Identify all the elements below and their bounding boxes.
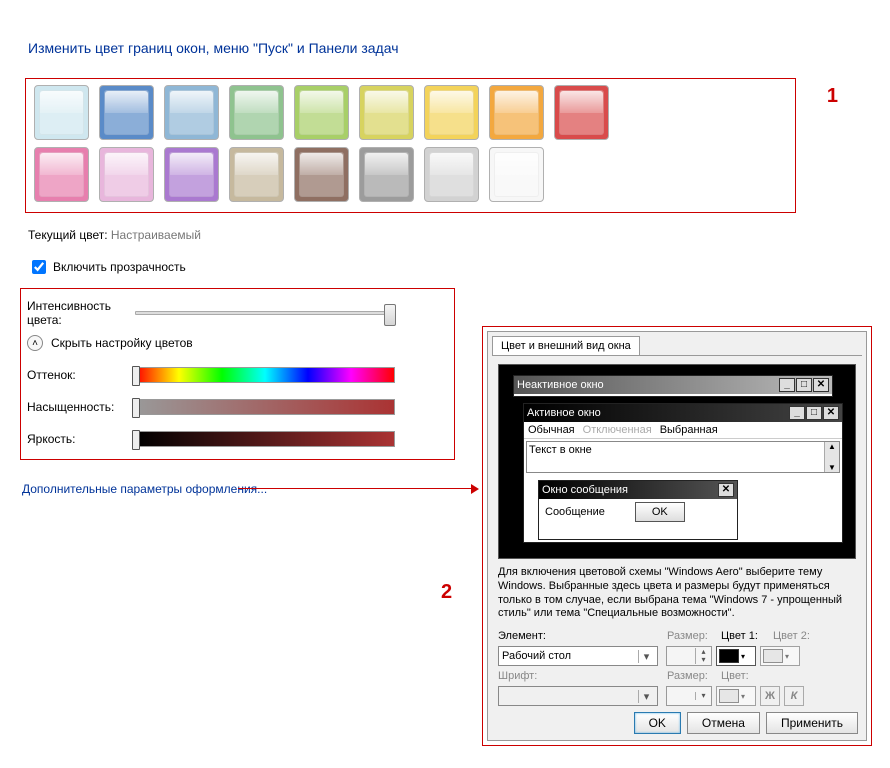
msgbox-ok-button[interactable]: OK: [635, 502, 685, 522]
hue-slider[interactable]: [135, 367, 395, 383]
color-swatch[interactable]: [229, 147, 284, 202]
color-swatch[interactable]: [294, 147, 349, 202]
color-sliders-group: Интенсивность цвета: 2 ˄ Скрыть настройк…: [20, 288, 455, 460]
color-swatch[interactable]: [34, 85, 89, 140]
preview-area: Неактивное окно _ □ ✕ Активное окно _: [498, 364, 856, 559]
brightness-thumb[interactable]: [132, 430, 140, 450]
size-spinner: ▴▾: [666, 646, 712, 666]
color-swatch[interactable]: [164, 85, 219, 140]
color-swatch[interactable]: [164, 147, 219, 202]
color-swatch[interactable]: [229, 85, 284, 140]
fontcolor-label: Цвет:: [721, 670, 749, 682]
intensity-label: Интенсивность цвета:: [27, 299, 135, 327]
minimize-icon[interactable]: _: [779, 378, 795, 392]
font-color-picker: ▾: [716, 686, 756, 706]
maximize-icon[interactable]: □: [806, 406, 822, 420]
color-swatch[interactable]: [489, 147, 544, 202]
close-icon[interactable]: ✕: [718, 483, 734, 497]
brightness-label: Яркость:: [27, 432, 135, 446]
intensity-slider[interactable]: [135, 311, 395, 315]
annotation-2: 2: [441, 581, 452, 604]
color-swatch[interactable]: [359, 85, 414, 140]
appearance-dialog: Цвет и внешний вид окна Неактивное окно …: [487, 331, 867, 741]
color-swatch[interactable]: [99, 147, 154, 202]
color2-picker: ▾: [760, 646, 800, 666]
saturation-label: Насыщенность:: [27, 400, 135, 414]
chevron-up-icon[interactable]: ˄: [27, 335, 43, 351]
element-combo[interactable]: Рабочий стол▾: [498, 646, 658, 666]
color-swatch[interactable]: [99, 85, 154, 140]
cancel-button[interactable]: Отмена: [687, 712, 760, 734]
color-swatch-group: [25, 78, 796, 213]
color-swatch[interactable]: [294, 85, 349, 140]
size-label: Размер:: [667, 630, 717, 642]
transparency-input[interactable]: [32, 260, 46, 274]
maximize-icon[interactable]: □: [796, 378, 812, 392]
window-menu: ОбычнаяОтключеннаяВыбранная: [524, 422, 842, 439]
color1-label: Цвет 1:: [721, 630, 769, 642]
text-area[interactable]: Текст в окне ▲▼: [526, 441, 840, 473]
font-label: Шрифт:: [498, 670, 663, 682]
apply-button[interactable]: Применить: [766, 712, 858, 734]
minimize-icon[interactable]: _: [789, 406, 805, 420]
current-color-label: Текущий цвет: Настраиваемый: [28, 228, 201, 242]
close-icon[interactable]: ✕: [823, 406, 839, 420]
toggle-colors-label[interactable]: Скрыть настройку цветов: [51, 336, 193, 350]
saturation-thumb[interactable]: [132, 398, 140, 418]
inactive-window: Неактивное окно _ □ ✕: [513, 375, 833, 397]
hue-thumb[interactable]: [132, 366, 140, 386]
intensity-thumb[interactable]: [384, 304, 396, 326]
font-size-spinner: ▾: [666, 686, 712, 706]
color-swatch[interactable]: [554, 85, 609, 140]
dialog-tab[interactable]: Цвет и внешний вид окна: [492, 336, 640, 355]
brightness-slider[interactable]: [135, 431, 395, 447]
page-title: Изменить цвет границ окон, меню "Пуск" и…: [28, 40, 399, 56]
active-window: Активное окно _ □ ✕ ОбычнаяОтключеннаяВы…: [523, 403, 843, 543]
font-combo: ▾: [498, 686, 658, 706]
italic-button: К: [784, 686, 804, 706]
color-swatch[interactable]: [489, 85, 544, 140]
scrollbar[interactable]: ▲▼: [824, 442, 839, 472]
color-swatch[interactable]: [359, 147, 414, 202]
bold-button: Ж: [760, 686, 780, 706]
hue-label: Оттенок:: [27, 368, 135, 382]
advanced-appearance-link[interactable]: Дополнительные параметры оформления...: [22, 482, 267, 496]
message-box: Окно сообщения ✕ Сообщение OK: [538, 480, 738, 540]
annotation-1: 1: [827, 85, 838, 108]
element-label: Элемент:: [498, 630, 663, 642]
color-swatch[interactable]: [424, 147, 479, 202]
color2-label: Цвет 2:: [773, 630, 810, 642]
color-swatch[interactable]: [34, 147, 89, 202]
size2-label: Размер:: [667, 670, 717, 682]
saturation-slider[interactable]: [135, 399, 395, 415]
transparency-checkbox[interactable]: Включить прозрачность: [28, 257, 186, 277]
appearance-dialog-group: Цвет и внешний вид окна Неактивное окно …: [482, 326, 872, 746]
note-text: Для включения цветовой схемы "Windows Ae…: [498, 566, 856, 621]
annotation-arrow: [238, 488, 476, 489]
color-swatch[interactable]: [424, 85, 479, 140]
color1-picker[interactable]: ▾: [716, 646, 756, 666]
ok-button[interactable]: OK: [634, 712, 681, 734]
message-text: Сообщение: [545, 506, 605, 518]
close-icon[interactable]: ✕: [813, 378, 829, 392]
